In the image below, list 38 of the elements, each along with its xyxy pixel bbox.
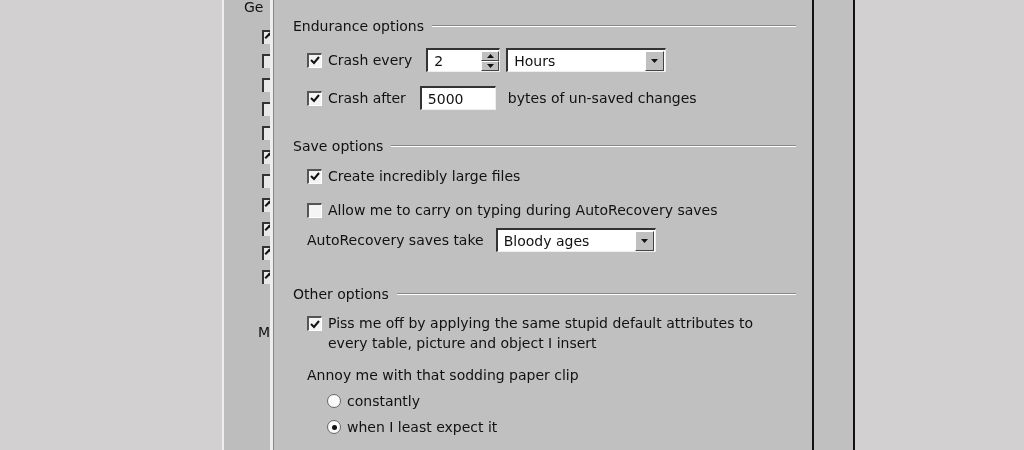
checkbox[interactable]	[307, 202, 322, 218]
checkbox-label: Crash after	[328, 90, 406, 106]
group-title: Other options	[293, 286, 389, 302]
checkbox-label: Create incredibly large files	[328, 168, 521, 184]
spin-down-button[interactable]	[481, 60, 500, 71]
radio-label: constantly	[347, 393, 421, 409]
group-title: Save options	[293, 138, 384, 154]
radio-label: when I least expect it	[347, 419, 498, 435]
radio-button[interactable]	[327, 394, 341, 408]
checkbox[interactable]	[307, 52, 322, 68]
down-arrow-icon	[640, 238, 648, 243]
option-label: M	[258, 324, 270, 340]
check-icon	[310, 94, 320, 103]
tab-label[interactable]: Ge	[244, 0, 264, 15]
checkbox-label: Allow me to carry on typing during AutoRecovery saves	[328, 202, 718, 218]
checkbox-label: Piss me off by applying the same stupid default attributes to every table, picture and object I insert	[328, 314, 755, 353]
checkbox[interactable]	[307, 316, 322, 331]
radio-button[interactable]	[327, 420, 341, 434]
check-icon	[310, 172, 320, 181]
dropdown-button[interactable]	[634, 230, 654, 251]
checkbox[interactable]	[307, 168, 322, 184]
down-arrow-icon	[651, 58, 659, 63]
dropdown-label: AutoRecovery saves take	[307, 232, 484, 248]
unit-dropdown[interactable]: Hours	[506, 48, 667, 72]
field-suffix: bytes of un-saved changes	[507, 90, 697, 106]
up-arrow-icon	[486, 53, 494, 58]
input-field[interactable]: 5000	[419, 86, 496, 110]
check-icon	[310, 319, 320, 329]
group-title: Endurance options	[293, 18, 424, 34]
dropdown-button[interactable]	[645, 50, 665, 71]
down-arrow-icon	[486, 63, 494, 68]
checkbox-label: Crash every	[328, 52, 413, 68]
spin-up-button[interactable]	[481, 50, 500, 61]
dropdown[interactable]: Bloody ages	[495, 228, 656, 252]
spin-field[interactable]: 2	[426, 48, 501, 72]
radio-group-label: Annoy me with that sodding paper clip	[307, 367, 579, 383]
check-icon	[310, 56, 320, 65]
checkbox[interactable]	[307, 90, 322, 106]
